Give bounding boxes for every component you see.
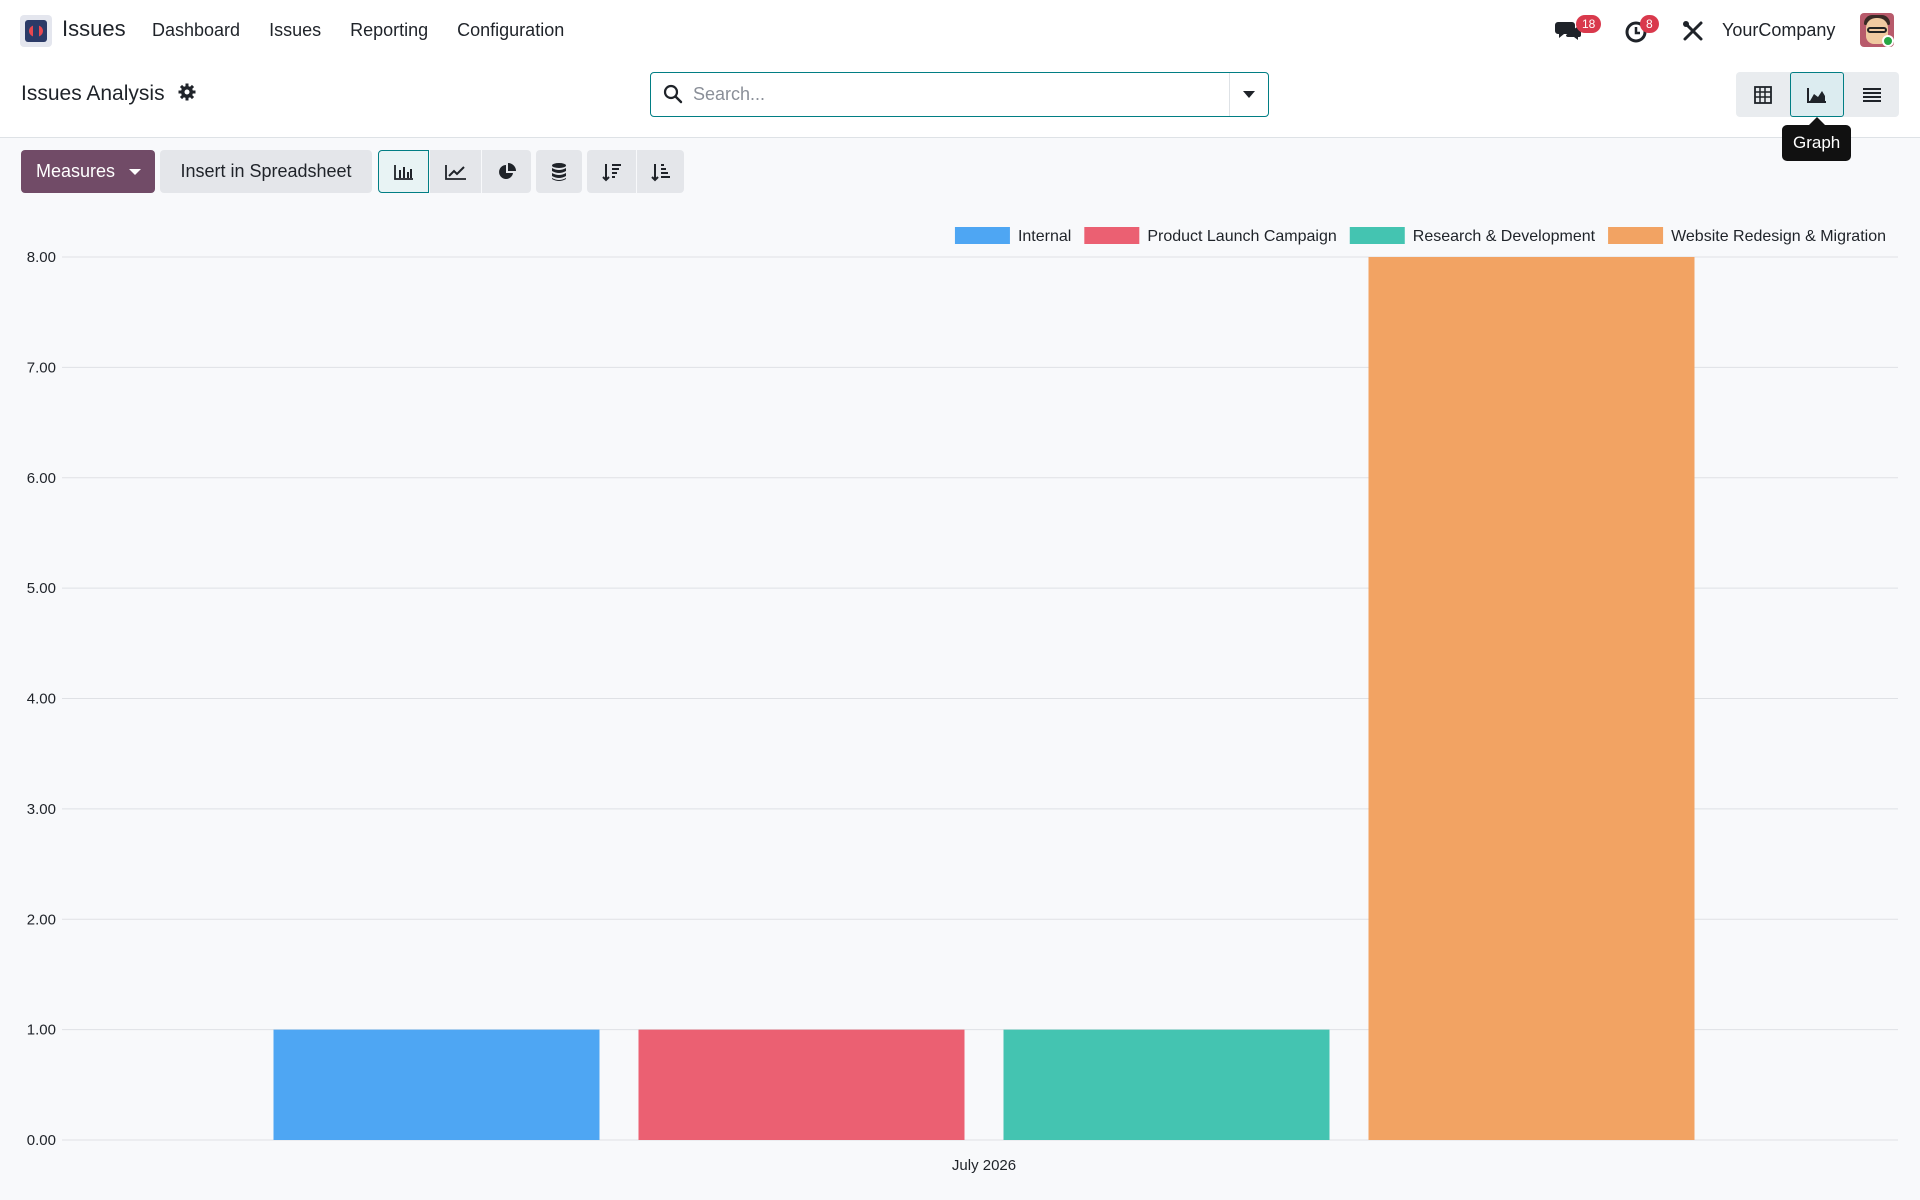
- bar[interactable]: [273, 1029, 600, 1140]
- caret-down-icon: [1243, 90, 1255, 98]
- pie-chart-icon: [498, 162, 516, 179]
- legend-swatch[interactable]: [954, 227, 1010, 244]
- y-tick-label: 4.00: [27, 691, 56, 708]
- debug-tools-button[interactable]: [1681, 19, 1705, 48]
- menu-item-issues[interactable]: Issues: [269, 20, 321, 41]
- caret-down-icon: [129, 169, 141, 175]
- legend-label[interactable]: Research & Development: [1413, 228, 1596, 245]
- menu-item-configuration[interactable]: Configuration: [457, 20, 564, 41]
- app-name[interactable]: Issues: [62, 16, 126, 42]
- bar-chart-icon: [393, 164, 413, 180]
- insert-spreadsheet-button[interactable]: Insert in Spreadsheet: [160, 150, 372, 193]
- y-tick-label: 3.00: [27, 801, 56, 818]
- y-tick-label: 7.00: [27, 359, 56, 376]
- issues-app-icon[interactable]: [20, 15, 52, 47]
- list-view-button[interactable]: [1845, 72, 1899, 117]
- bar[interactable]: [1368, 257, 1695, 1140]
- legend-swatch[interactable]: [1349, 227, 1405, 244]
- gear-icon[interactable]: [178, 83, 196, 106]
- stacked-button[interactable]: [536, 150, 582, 193]
- sort-ascending-icon: [650, 163, 670, 181]
- main-menu: Dashboard Issues Reporting Configuration: [152, 20, 564, 41]
- y-tick-label: 5.00: [27, 580, 56, 597]
- sort-descending-icon: [601, 163, 621, 181]
- y-tick-label: 8.00: [27, 249, 56, 266]
- pivot-view-button[interactable]: [1736, 72, 1790, 117]
- y-tick-label: 1.00: [27, 1022, 56, 1039]
- bar[interactable]: [1003, 1029, 1330, 1140]
- y-tick-label: 2.00: [27, 911, 56, 928]
- y-tick-label: 6.00: [27, 470, 56, 487]
- line-chart-button[interactable]: [430, 150, 481, 193]
- list-icon: [1863, 87, 1881, 102]
- graph-tooltip: Graph: [1782, 117, 1852, 161]
- line-chart-icon: [444, 164, 466, 180]
- search-input[interactable]: [693, 81, 1193, 108]
- menu-item-dashboard[interactable]: Dashboard: [152, 20, 240, 41]
- search-bar: [650, 72, 1269, 117]
- company-switcher[interactable]: YourCompany: [1722, 20, 1835, 41]
- messages-badge: 18: [1576, 15, 1602, 33]
- graph-view-button[interactable]: [1790, 72, 1844, 117]
- legend-swatch[interactable]: [1608, 227, 1664, 244]
- legend-swatch[interactable]: [1084, 227, 1140, 244]
- legend-label[interactable]: Website Redesign & Migration: [1671, 228, 1886, 245]
- search-icon: [663, 84, 683, 104]
- y-tick-label: 0.00: [27, 1132, 56, 1149]
- database-icon: [552, 162, 566, 181]
- bar[interactable]: [638, 1029, 965, 1140]
- pie-chart-button[interactable]: [482, 150, 531, 193]
- activities-badge: 8: [1640, 15, 1659, 33]
- graph-icon: [1807, 87, 1826, 103]
- control-panel: Issues Analysis: [0, 61, 1920, 138]
- bar-chart: 0.00 1.00 2.00 3.00 4.00 5.00 6.00 7.00 8.00 July…: [27, 227, 1898, 1174]
- menu-item-reporting[interactable]: Reporting: [350, 20, 428, 41]
- legend-label[interactable]: Product Launch Campaign: [1147, 228, 1336, 245]
- bar-chart-button[interactable]: [378, 150, 429, 193]
- legend-label[interactable]: Internal: [1018, 228, 1071, 245]
- top-navbar: Issues Dashboard Issues Reporting Config…: [0, 0, 1920, 61]
- x-tick-label: July 2026: [952, 1157, 1016, 1174]
- view-switcher: [1736, 72, 1899, 117]
- search-options-toggle[interactable]: [1229, 73, 1268, 116]
- sort-ascending-button[interactable]: [637, 150, 684, 193]
- online-status-dot: [1882, 35, 1894, 47]
- measures-dropdown[interactable]: Measures: [21, 150, 155, 193]
- tools-icon: [1683, 21, 1703, 41]
- pivot-icon: [1754, 85, 1772, 104]
- page-title: Issues Analysis: [21, 82, 165, 105]
- sort-descending-button[interactable]: [587, 150, 636, 193]
- chart-area: 0.00 1.00 2.00 3.00 4.00 5.00 6.00 7.00 8.00 July…: [0, 210, 1920, 1200]
- measures-label: Measures: [36, 161, 116, 181]
